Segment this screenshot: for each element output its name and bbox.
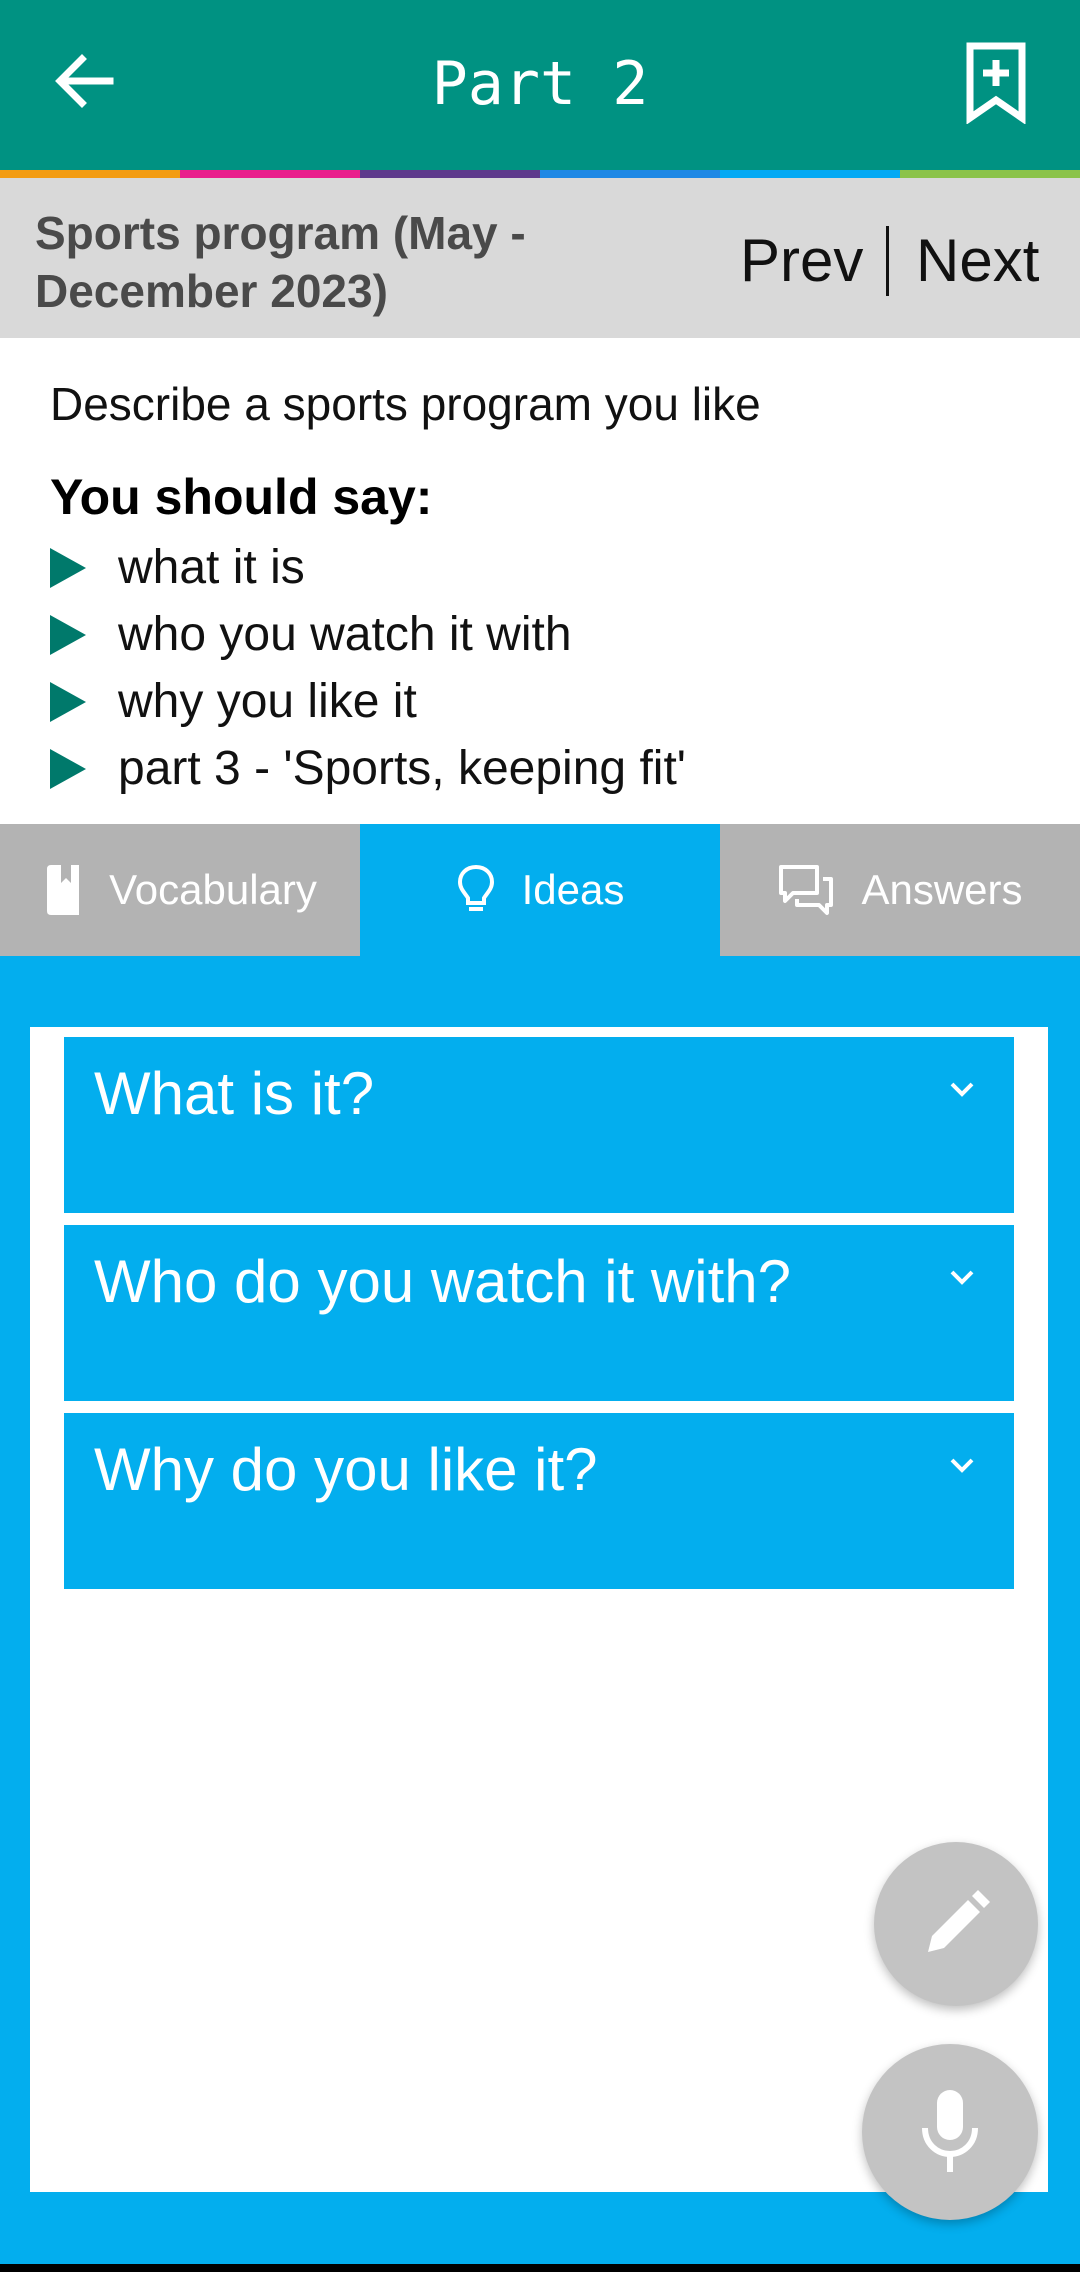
mic-fab[interactable] (862, 2044, 1038, 2220)
question-prompt: Describe a sports program you like (50, 378, 761, 430)
edit-fab[interactable] (874, 1842, 1038, 2006)
strip-segment (540, 170, 720, 178)
list-item: why you like it (50, 668, 686, 735)
next-button[interactable]: Next (916, 226, 1039, 296)
accordion-label: Who do you watch it with? (94, 1248, 792, 1315)
app-bar: Part 2 (0, 0, 1080, 170)
nav-divider (886, 226, 889, 296)
list-item: who you watch it with (50, 601, 686, 668)
play-bullet-icon (50, 614, 86, 655)
tab-label: Ideas (521, 866, 625, 913)
tab-ideas[interactable]: Ideas (360, 824, 720, 956)
should-say-heading: You should say: (50, 469, 433, 525)
bookmark-add-icon (966, 42, 1026, 125)
play-bullet-icon (50, 681, 86, 722)
accordion-label: What is it? (94, 1060, 375, 1127)
list-item: what it is (50, 534, 686, 601)
chat-bubbles-icon (779, 865, 834, 915)
microphone-icon (922, 2090, 978, 2172)
accordion-what-is-it[interactable]: What is it? (64, 1037, 1014, 1213)
list-item: part 3 - 'Sports, keeping fit' (50, 735, 686, 802)
tab-label: Answers (861, 866, 1023, 913)
cue-list: what it is who you watch it with why you… (50, 534, 686, 802)
section-title: Sports program (May - December 2023) (35, 207, 526, 317)
question-card: Describe a sports program you like You s… (0, 338, 1080, 824)
play-bullet-icon (50, 748, 86, 789)
chevron-down-icon (950, 1270, 974, 1285)
lightbulb-icon (457, 864, 494, 911)
tab-bar: Vocabulary Ideas Answers (0, 824, 1080, 956)
tab-vocabulary[interactable]: Vocabulary (0, 824, 360, 956)
strip-segment (180, 170, 360, 178)
accordion-who-watch-with[interactable]: Who do you watch it with? (64, 1225, 1014, 1401)
strip-segment (720, 170, 900, 178)
chevron-down-icon (950, 1082, 974, 1097)
chevron-down-icon (950, 1458, 974, 1473)
pencil-icon (928, 1890, 990, 1952)
book-icon (47, 865, 80, 915)
tab-label: Vocabulary (109, 866, 317, 913)
strip-segment (360, 170, 540, 178)
color-strip (0, 170, 1080, 178)
play-bullet-icon (50, 547, 86, 588)
strip-segment (900, 170, 1080, 178)
accordion-label: Why do you like it? (94, 1436, 598, 1503)
system-nav-bar (0, 2264, 1080, 2272)
strip-segment (0, 170, 180, 178)
page-title: Part 2 (431, 49, 649, 119)
prev-button[interactable]: Prev (740, 226, 863, 296)
accordion-why-like-it[interactable]: Why do you like it? (64, 1413, 1014, 1589)
bookmark-button[interactable] (964, 40, 1028, 125)
tab-answers[interactable]: Answers (720, 824, 1080, 956)
ideas-panel: What is it? Who do you watch it with? Wh… (30, 1027, 1048, 2192)
section-nav: Sports program (May - December 2023) Pre… (0, 178, 1080, 338)
